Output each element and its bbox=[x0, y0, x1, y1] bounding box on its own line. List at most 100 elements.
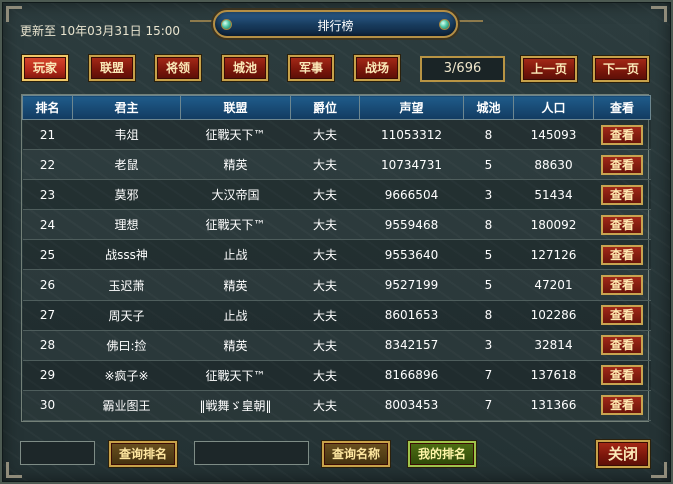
title-cell: 大夫 bbox=[290, 209, 360, 241]
view-button[interactable]: 查看 bbox=[601, 305, 643, 326]
prestige-cell: 8601653 bbox=[359, 300, 464, 331]
lord-cell: 战sss神 bbox=[72, 239, 181, 271]
rank-cell: 22 bbox=[22, 149, 73, 181]
query-name-button[interactable]: 查询名称 bbox=[322, 441, 390, 467]
table-row: 21 韦俎 征戰天下™ 大夫 11053312 8 145093 查看 bbox=[22, 119, 651, 151]
prev-page-button[interactable]: 上一页 bbox=[521, 56, 577, 82]
table-row: 27 周天子 止战 大夫 8601653 8 102286 查看 bbox=[22, 300, 651, 331]
title-cell: 大夫 bbox=[290, 269, 360, 301]
ranking-table: 排名 君主 联盟 爵位 声望 城池 人口 查看 21 韦俎 征戰天下™ 大夫 1… bbox=[21, 94, 651, 422]
prestige-cell: 8342157 bbox=[359, 330, 464, 361]
rank-cell: 26 bbox=[22, 269, 73, 301]
cities-cell: 3 bbox=[463, 179, 514, 211]
column-header-prestige[interactable]: 声望 bbox=[359, 95, 464, 120]
table-row: 24 理想 征戰天下™ 大夫 9559468 8 180092 查看 bbox=[22, 209, 651, 241]
prestige-cell: 9527199 bbox=[359, 269, 464, 301]
tab-player[interactable]: 玩家 bbox=[22, 55, 68, 81]
alliance-cell: 止战 bbox=[180, 300, 291, 331]
title-cell: 大夫 bbox=[290, 390, 360, 422]
cities-cell: 5 bbox=[463, 149, 514, 181]
rank-cell: 23 bbox=[22, 179, 73, 211]
lord-cell: 老鼠 bbox=[72, 149, 181, 181]
page-indicator: 3/696 bbox=[420, 56, 505, 82]
view-cell: 查看 bbox=[593, 360, 651, 391]
close-button[interactable]: 关闭 bbox=[596, 440, 650, 468]
prestige-cell: 8166896 bbox=[359, 360, 464, 391]
view-cell: 查看 bbox=[593, 300, 651, 331]
cities-cell: 7 bbox=[463, 390, 514, 422]
alliance-cell: 精英 bbox=[180, 269, 291, 301]
query-rank-button[interactable]: 查询排名 bbox=[109, 441, 177, 467]
lord-cell: 韦俎 bbox=[72, 119, 181, 151]
cities-cell: 3 bbox=[463, 330, 514, 361]
tab-city[interactable]: 城池 bbox=[222, 55, 268, 81]
view-button[interactable]: 查看 bbox=[601, 124, 643, 145]
lord-cell: ※疯子※ bbox=[72, 360, 181, 391]
rank-cell: 25 bbox=[22, 239, 73, 271]
population-cell: 47201 bbox=[513, 269, 594, 301]
view-button[interactable]: 查看 bbox=[601, 365, 643, 386]
prestige-cell: 9559468 bbox=[359, 209, 464, 241]
population-cell: 131366 bbox=[513, 390, 594, 422]
lord-cell: 霸业图王 bbox=[72, 390, 181, 422]
column-header-rank[interactable]: 排名 bbox=[22, 95, 73, 120]
title-cell: 大夫 bbox=[290, 179, 360, 211]
view-cell: 查看 bbox=[593, 330, 651, 361]
column-header-title[interactable]: 爵位 bbox=[290, 95, 360, 120]
population-cell: 88630 bbox=[513, 149, 594, 181]
lord-cell: 理想 bbox=[72, 209, 181, 241]
cities-cell: 8 bbox=[463, 300, 514, 331]
next-page-button[interactable]: 下一页 bbox=[593, 56, 649, 82]
population-cell: 137618 bbox=[513, 360, 594, 391]
view-button[interactable]: 查看 bbox=[601, 275, 643, 296]
rank-cell: 28 bbox=[22, 330, 73, 361]
table-row: 28 佛曰:捡 精英 大夫 8342157 3 32814 查看 bbox=[22, 330, 651, 361]
view-button[interactable]: 查看 bbox=[601, 335, 643, 356]
name-query-input[interactable] bbox=[194, 441, 309, 465]
rank-cell: 29 bbox=[22, 360, 73, 391]
title-cell: 大夫 bbox=[290, 119, 360, 151]
population-cell: 102286 bbox=[513, 300, 594, 331]
alliance-cell: 大汉帝国 bbox=[180, 179, 291, 211]
alliance-cell: 征戰天下™ bbox=[180, 360, 291, 391]
population-cell: 127126 bbox=[513, 239, 594, 271]
column-header-alliance[interactable]: 联盟 bbox=[180, 95, 291, 120]
my-rank-button[interactable]: 我的排名 bbox=[408, 441, 476, 467]
frame-corner-bottom-right bbox=[651, 462, 667, 478]
view-button[interactable]: 查看 bbox=[601, 214, 643, 235]
rank-cell: 24 bbox=[22, 209, 73, 241]
lord-cell: 莫邪 bbox=[72, 179, 181, 211]
lord-cell: 周天子 bbox=[72, 300, 181, 331]
prestige-cell: 10734731 bbox=[359, 149, 464, 181]
alliance-cell: 征戰天下™ bbox=[180, 119, 291, 151]
rank-cell: 30 bbox=[22, 390, 73, 422]
prestige-cell: 8003453 bbox=[359, 390, 464, 422]
title-cell: 大夫 bbox=[290, 149, 360, 181]
view-button[interactable]: 查看 bbox=[601, 154, 643, 175]
view-cell: 查看 bbox=[593, 119, 651, 151]
tab-alliance[interactable]: 联盟 bbox=[89, 55, 135, 81]
tab-general[interactable]: 将领 bbox=[155, 55, 201, 81]
update-time-label: 更新至 10年03月31日 15:00 bbox=[20, 24, 181, 38]
view-button[interactable]: 查看 bbox=[601, 244, 643, 265]
alliance-cell: 止战 bbox=[180, 239, 291, 271]
title-banner: 排行榜 bbox=[213, 10, 458, 38]
tab-battlefield[interactable]: 战场 bbox=[354, 55, 400, 81]
column-header-population[interactable]: 人口 bbox=[513, 95, 594, 120]
view-cell: 查看 bbox=[593, 239, 651, 271]
cities-cell: 8 bbox=[463, 209, 514, 241]
tab-military[interactable]: 军事 bbox=[288, 55, 334, 81]
ranking-panel: 更新至 10年03月31日 15:00 排行榜 玩家 联盟 将领 城池 军事 战… bbox=[0, 0, 673, 484]
view-button[interactable]: 查看 bbox=[601, 395, 643, 416]
population-cell: 145093 bbox=[513, 119, 594, 151]
view-button[interactable]: 查看 bbox=[601, 184, 643, 205]
rank-cell: 21 bbox=[22, 119, 73, 151]
table-row: 23 莫邪 大汉帝国 大夫 9666504 3 51434 查看 bbox=[22, 179, 651, 211]
column-header-view: 查看 bbox=[593, 95, 651, 120]
population-cell: 180092 bbox=[513, 209, 594, 241]
column-header-lord[interactable]: 君主 bbox=[72, 95, 181, 120]
rank-query-input[interactable] bbox=[20, 441, 95, 465]
column-header-cities[interactable]: 城池 bbox=[463, 95, 514, 120]
table-row: 30 霸业图王 ‖戦舞ゞ皇朝‖ 大夫 8003453 7 131366 查看 bbox=[22, 390, 651, 422]
view-cell: 查看 bbox=[593, 149, 651, 181]
